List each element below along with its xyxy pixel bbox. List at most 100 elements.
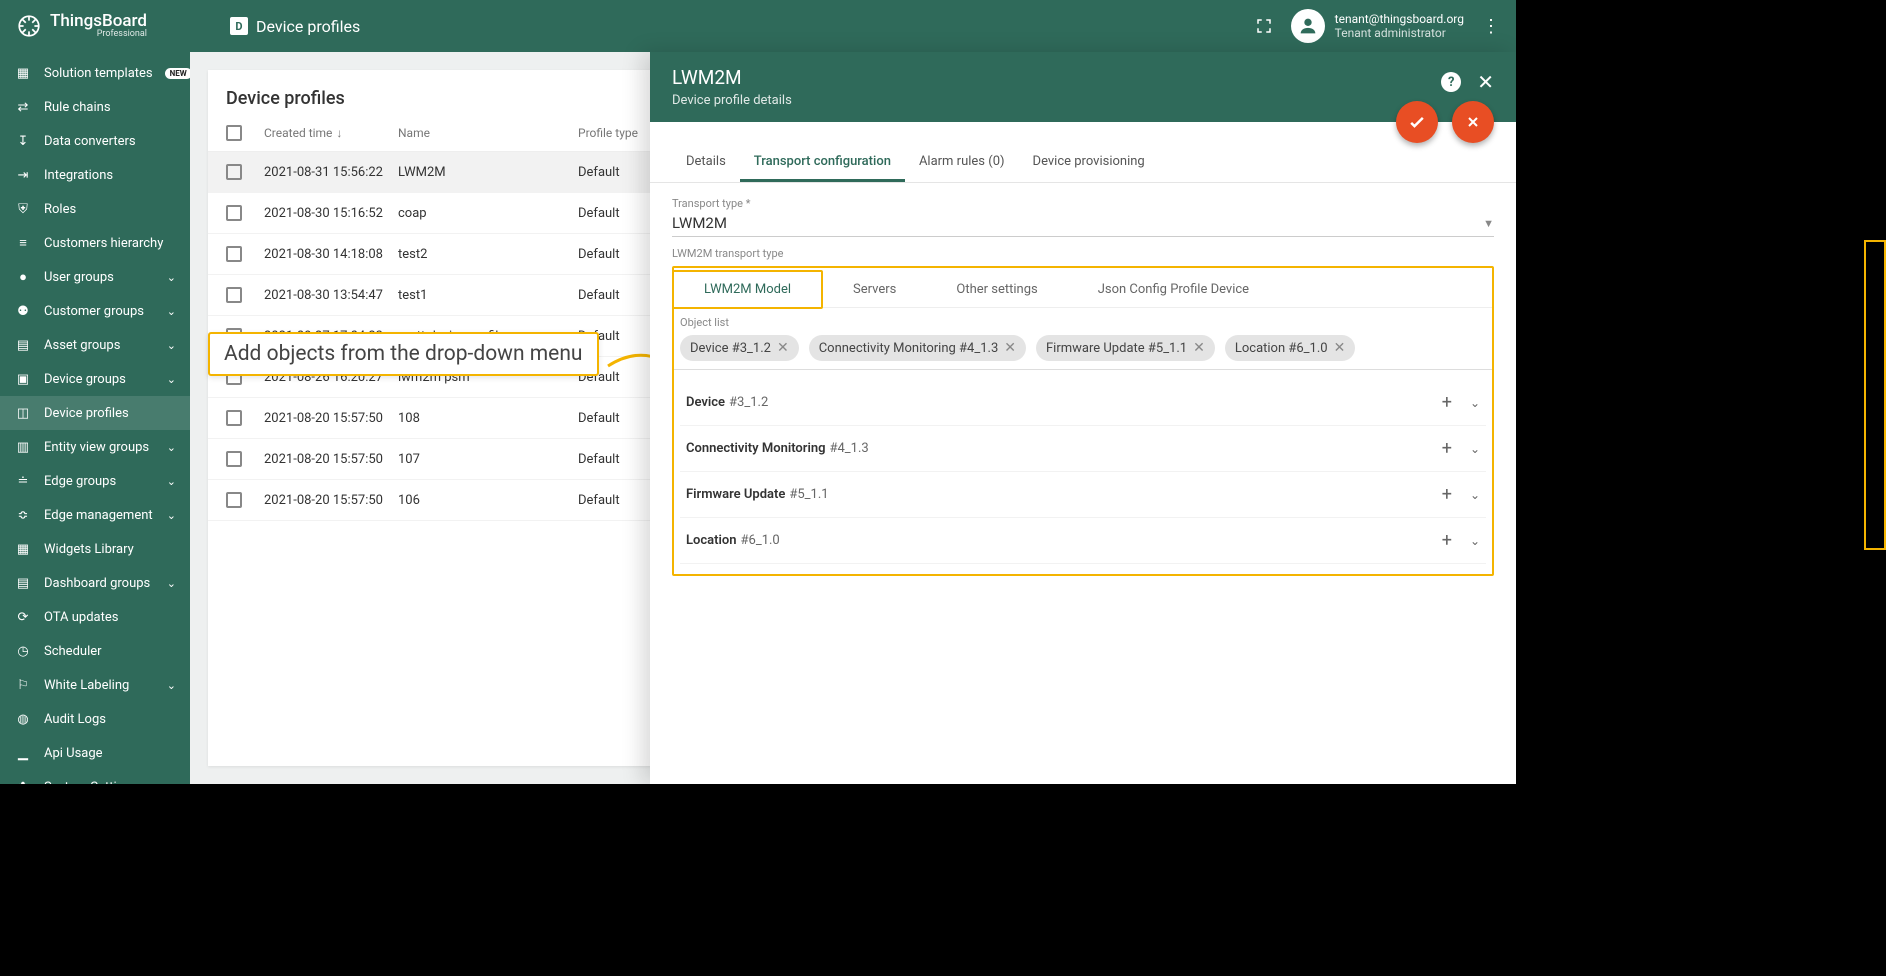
object-chip[interactable]: Firmware Update #5_1.1✕ bbox=[1036, 335, 1215, 361]
sidebar-item-integrations[interactable]: ⇥ Integrations bbox=[0, 158, 190, 192]
close-icon[interactable]: ✕ bbox=[1477, 70, 1494, 94]
sidebar-icon: ⇥ bbox=[14, 166, 32, 184]
sidebar-label: Widgets Library bbox=[44, 542, 176, 557]
row-checkbox[interactable] bbox=[226, 287, 242, 303]
object-chip[interactable]: Device #3_1.2✕ bbox=[680, 335, 799, 361]
sidebar-item-customer-groups[interactable]: ⚉ Customer groups ⌄ bbox=[0, 294, 190, 328]
row-checkbox[interactable] bbox=[226, 410, 242, 426]
chip-remove-icon[interactable]: ✕ bbox=[1193, 340, 1205, 356]
sidebar-label: Dashboard groups bbox=[44, 576, 155, 591]
subtab-lwm2m-model[interactable]: LWM2M Model bbox=[672, 270, 823, 309]
user-role: Tenant administrator bbox=[1335, 26, 1464, 40]
object-chips[interactable]: Device #3_1.2✕ Connectivity Monitoring #4… bbox=[674, 335, 1492, 370]
object-name: Connectivity Monitoring bbox=[686, 441, 826, 456]
sidebar-label: Asset groups bbox=[44, 338, 155, 353]
sidebar-item-rule-chains[interactable]: ⇄ Rule chains bbox=[0, 90, 190, 124]
sidebar-icon: ▥ bbox=[14, 438, 32, 456]
tab-device-provisioning[interactable]: Device provisioning bbox=[1019, 144, 1159, 182]
tab-alarm-rules-0-[interactable]: Alarm rules (0) bbox=[905, 144, 1019, 182]
lwm2m-panel-highlight: LWM2M ModelServersOther settingsJson Con… bbox=[672, 266, 1494, 576]
sidebar-label: Customer groups bbox=[44, 304, 155, 319]
sidebar-item-solution-templates[interactable]: ▦ Solution templates NEW bbox=[0, 56, 190, 90]
sidebar-label: System Settings bbox=[44, 780, 155, 785]
drawer-header: LWM2M Device profile details ? ✕ bbox=[650, 52, 1516, 122]
transport-type-select[interactable]: LWM2M ▼ bbox=[672, 210, 1494, 237]
chevron-down-icon[interactable]: ⌄ bbox=[1470, 396, 1480, 410]
object-chip[interactable]: Connectivity Monitoring #4_1.3✕ bbox=[809, 335, 1026, 361]
logo[interactable]: ThingsBoard Professional bbox=[16, 13, 190, 39]
object-row: Location #6_1.0 + ⌄ bbox=[680, 518, 1486, 564]
sidebar-item-device-groups[interactable]: ▣ Device groups ⌄ bbox=[0, 362, 190, 396]
sidebar-item-asset-groups[interactable]: ▤ Asset groups ⌄ bbox=[0, 328, 190, 362]
col-time[interactable]: Created time↓ bbox=[264, 126, 398, 140]
col-name[interactable]: Name bbox=[398, 126, 578, 140]
sidebar-icon: ▣ bbox=[14, 370, 32, 388]
row-checkbox[interactable] bbox=[226, 164, 242, 180]
sidebar-item-api-usage[interactable]: ▁ Api Usage bbox=[0, 736, 190, 770]
chevron-down-icon: ⌄ bbox=[167, 781, 176, 785]
sidebar-item-dashboard-groups[interactable]: ▤ Dashboard groups ⌄ bbox=[0, 566, 190, 600]
object-name: Firmware Update bbox=[686, 487, 785, 502]
sidebar-item-edge-management[interactable]: ≎ Edge management ⌄ bbox=[0, 498, 190, 532]
chevron-down-icon: ▼ bbox=[1483, 217, 1494, 230]
sidebar-item-ota-updates[interactable]: ⟳ OTA updates bbox=[0, 600, 190, 634]
chevron-down-icon: ⌄ bbox=[167, 305, 176, 318]
cell-name: test1 bbox=[398, 288, 578, 303]
help-icon[interactable]: ? bbox=[1441, 72, 1461, 92]
drawer-title: LWM2M bbox=[672, 66, 1441, 89]
tab-details[interactable]: Details bbox=[672, 144, 740, 182]
object-row: Connectivity Monitoring #4_1.3 + ⌄ bbox=[680, 426, 1486, 472]
avatar-icon bbox=[1291, 9, 1325, 43]
apply-button[interactable] bbox=[1396, 101, 1438, 143]
sidebar-item-device-profiles[interactable]: ◫ Device profiles bbox=[0, 396, 190, 430]
row-checkbox[interactable] bbox=[226, 492, 242, 508]
chevron-down-icon: ⌄ bbox=[167, 271, 176, 284]
right-edge-highlight bbox=[1864, 240, 1886, 550]
row-checkbox[interactable] bbox=[226, 246, 242, 262]
cell-time: 2021-08-30 13:54:47 bbox=[264, 288, 398, 303]
sidebar-icon: ▦ bbox=[14, 64, 32, 82]
fullscreen-icon[interactable] bbox=[1255, 17, 1273, 35]
sidebar-item-customers-hierarchy[interactable]: ≡ Customers hierarchy bbox=[0, 226, 190, 260]
chip-remove-icon[interactable]: ✕ bbox=[1334, 340, 1346, 356]
user-menu[interactable]: tenant@thingsboard.org Tenant administra… bbox=[1291, 9, 1464, 43]
add-icon[interactable]: + bbox=[1442, 530, 1452, 551]
row-checkbox[interactable] bbox=[226, 451, 242, 467]
add-icon[interactable]: + bbox=[1442, 484, 1452, 505]
add-icon[interactable]: + bbox=[1442, 392, 1452, 413]
sidebar-item-entity-view-groups[interactable]: ▥ Entity view groups ⌄ bbox=[0, 430, 190, 464]
chip-remove-icon[interactable]: ✕ bbox=[1004, 340, 1016, 356]
object-chip[interactable]: Location #6_1.0✕ bbox=[1225, 335, 1355, 361]
sidebar-item-edge-groups[interactable]: ≐ Edge groups ⌄ bbox=[0, 464, 190, 498]
sidebar-item-data-converters[interactable]: ↧ Data converters bbox=[0, 124, 190, 158]
sidebar-item-audit-logs[interactable]: ◍ Audit Logs bbox=[0, 702, 190, 736]
sidebar-label: Customers hierarchy bbox=[44, 236, 176, 251]
sidebar: ▦ Solution templates NEW ⇄ Rule chains ↧… bbox=[0, 52, 190, 784]
add-icon[interactable]: + bbox=[1442, 438, 1452, 459]
sidebar-item-scheduler[interactable]: ◷ Scheduler bbox=[0, 634, 190, 668]
chip-remove-icon[interactable]: ✕ bbox=[777, 340, 789, 356]
cell-name: 106 bbox=[398, 493, 578, 508]
sidebar-item-user-groups[interactable]: ● User groups ⌄ bbox=[0, 260, 190, 294]
subtab-json-config-profile-device[interactable]: Json Config Profile Device bbox=[1068, 272, 1279, 307]
chevron-down-icon[interactable]: ⌄ bbox=[1470, 534, 1480, 548]
sidebar-item-roles[interactable]: ⛨ Roles bbox=[0, 192, 190, 226]
chevron-down-icon[interactable]: ⌄ bbox=[1470, 442, 1480, 456]
sidebar-item-white-labeling[interactable]: ⚐ White Labeling ⌄ bbox=[0, 668, 190, 702]
tab-transport-configuration[interactable]: Transport configuration bbox=[740, 144, 905, 182]
subtab-other-settings[interactable]: Other settings bbox=[926, 272, 1067, 307]
sidebar-item-widgets-library[interactable]: ▦ Widgets Library bbox=[0, 532, 190, 566]
chevron-down-icon: ⌄ bbox=[167, 373, 176, 386]
select-all-checkbox[interactable] bbox=[226, 125, 242, 141]
sidebar-icon: ▁ bbox=[14, 744, 32, 762]
chevron-down-icon[interactable]: ⌄ bbox=[1470, 488, 1480, 502]
sidebar-icon: ◫ bbox=[14, 404, 32, 422]
sidebar-icon: ● bbox=[14, 268, 32, 286]
row-checkbox[interactable] bbox=[226, 205, 242, 221]
object-id: #4_1.3 bbox=[830, 441, 869, 456]
subtab-servers[interactable]: Servers bbox=[823, 272, 926, 307]
sidebar-label: Rule chains bbox=[44, 100, 176, 115]
more-icon[interactable]: ⋮ bbox=[1482, 16, 1500, 37]
sidebar-item-system-settings[interactable]: ✿ System Settings ⌄ bbox=[0, 770, 190, 784]
cancel-button[interactable] bbox=[1452, 101, 1494, 143]
